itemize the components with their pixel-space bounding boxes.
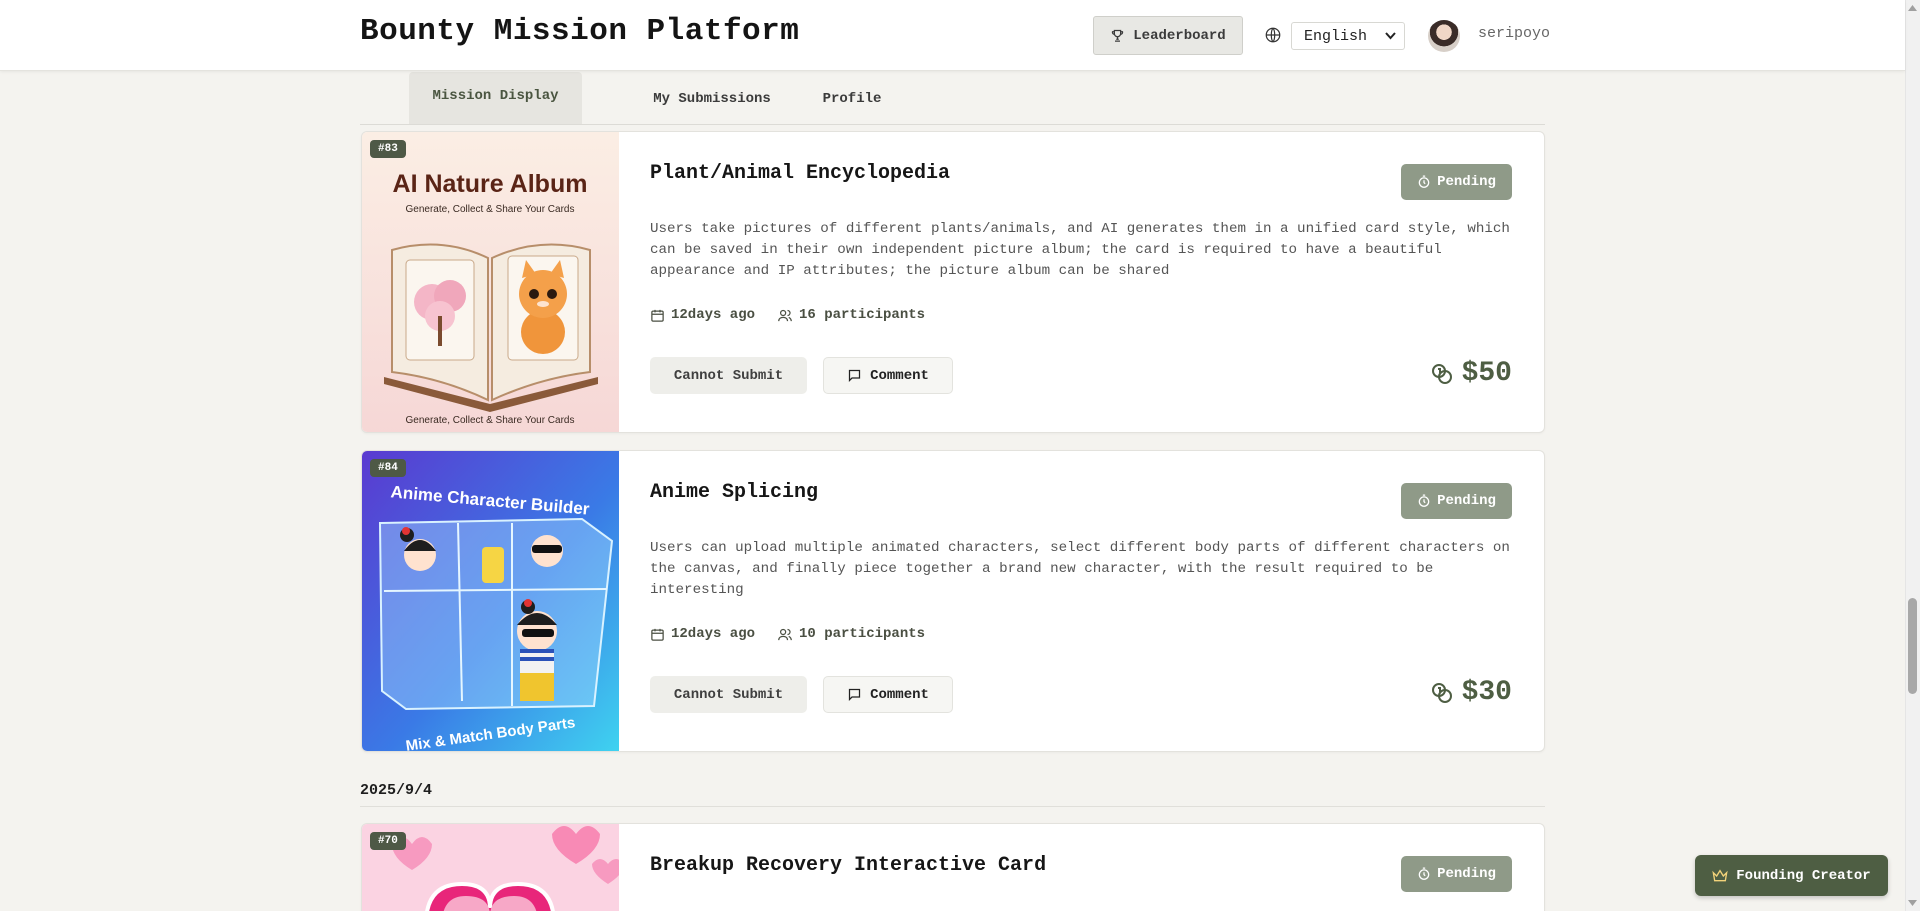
status-label: Pending	[1437, 174, 1496, 190]
users-icon	[778, 628, 792, 640]
scroll-down-icon[interactable]	[1908, 899, 1917, 907]
cannot-submit-button[interactable]: Cannot Submit	[650, 357, 807, 394]
participants-text: 16 participants	[799, 307, 926, 323]
reward-amount: $50	[1461, 358, 1512, 389]
participants-count: 10 participants	[777, 626, 925, 642]
posted-time-text: 12days ago	[671, 626, 756, 642]
nature-album-illustration: AI Nature Album Generate, Collect & Shar…	[362, 132, 619, 432]
mission-title[interactable]: Plant/Animal Encyclopedia	[650, 162, 950, 185]
chevron-down-icon	[1385, 32, 1396, 40]
comment-button[interactable]: Comment	[823, 357, 953, 394]
status-label: Pending	[1437, 493, 1496, 509]
mission-meta: 12days ago 16 participants	[650, 307, 925, 323]
participants-count: 16 participants	[777, 307, 925, 323]
mission-title[interactable]: Breakup Recovery Interactive Card	[650, 854, 1046, 877]
comment-label: Comment	[870, 367, 929, 384]
scrollbar[interactable]	[1905, 0, 1920, 911]
comment-icon	[848, 369, 861, 383]
avatar[interactable]	[1428, 20, 1460, 52]
timer-icon	[1418, 867, 1430, 880]
mission-thumbnail[interactable]: Anime Character Builder Mix & Match Body…	[362, 451, 619, 751]
comment-icon	[848, 688, 861, 702]
mission-card[interactable]: Anime Character Builder Mix & Match Body…	[361, 450, 1545, 752]
mission-card[interactable]: #70 Breakup Recovery Interactive Card Pe…	[361, 823, 1545, 911]
timer-icon	[1418, 494, 1430, 507]
top-header: Bounty Mission Platform Leaderboard Engl…	[0, 0, 1905, 71]
founding-creator-button[interactable]: Founding Creator	[1695, 855, 1888, 896]
divider	[360, 806, 1545, 807]
timer-icon	[1418, 175, 1430, 188]
mission-thumbnail[interactable]: #70	[362, 824, 619, 911]
scrollbar-thumb[interactable]	[1908, 598, 1917, 694]
mission-id-badge: #84	[370, 459, 406, 477]
mission-card[interactable]: AI Nature Album Generate, Collect & Shar…	[361, 131, 1545, 433]
comment-label: Comment	[870, 686, 929, 703]
status-badge: Pending	[1401, 483, 1512, 519]
mission-description: Users take pictures of different plants/…	[650, 221, 1510, 279]
globe-icon	[1265, 27, 1281, 43]
thumb-title: AI Nature Album	[393, 170, 588, 198]
tab-profile[interactable]: Profile	[802, 72, 902, 125]
mission-meta: 12days ago 10 participants	[650, 626, 925, 642]
tab-mission-display[interactable]: Mission Display	[409, 72, 582, 125]
users-icon	[778, 309, 792, 321]
coins-icon	[1431, 682, 1452, 703]
participants-text: 10 participants	[799, 626, 926, 642]
mission-id-badge: #83	[370, 140, 406, 158]
main-tabs: Mission Display My Submissions Profile	[409, 72, 902, 125]
brand-title[interactable]: Bounty Mission Platform	[360, 14, 799, 49]
trophy-icon	[1112, 29, 1124, 42]
thumb-subtitle: Generate, Collect & Share Your Cards	[406, 204, 575, 215]
calendar-icon	[651, 309, 664, 322]
coins-icon	[1431, 363, 1452, 384]
mission-thumbnail[interactable]: AI Nature Album Generate, Collect & Shar…	[362, 132, 619, 432]
cannot-submit-button[interactable]: Cannot Submit	[650, 676, 807, 713]
anime-builder-illustration: Anime Character Builder Mix & Match Body…	[362, 451, 619, 751]
mission-description: Users can upload multiple animated chara…	[650, 540, 1510, 598]
divider	[360, 124, 1545, 125]
scroll-up-icon[interactable]	[1908, 4, 1917, 12]
status-badge: Pending	[1401, 856, 1512, 892]
mission-id-badge: #70	[370, 832, 406, 850]
leaderboard-label: Leaderboard	[1133, 27, 1226, 44]
reward: $50	[1430, 358, 1512, 389]
username[interactable]: seripoyo	[1478, 25, 1550, 42]
posted-time: 12days ago	[650, 626, 755, 642]
posted-time-text: 12days ago	[671, 307, 756, 323]
status-label: Pending	[1437, 866, 1496, 882]
reward-amount: $30	[1461, 677, 1512, 708]
date-group-heading: 2025/9/4	[360, 782, 433, 799]
posted-time: 12days ago	[650, 307, 755, 323]
language-select[interactable]: English	[1291, 22, 1405, 50]
mission-title[interactable]: Anime Splicing	[650, 481, 818, 504]
language-value: English	[1304, 27, 1368, 45]
status-badge: Pending	[1401, 164, 1512, 200]
calendar-icon	[651, 628, 664, 641]
founding-creator-label: Founding Creator	[1736, 867, 1871, 884]
reward: $30	[1430, 677, 1512, 708]
comment-button[interactable]: Comment	[823, 676, 953, 713]
crown-icon	[1712, 868, 1728, 881]
thumb-footer: Generate, Collect & Share Your Cards	[406, 415, 575, 426]
leaderboard-button[interactable]: Leaderboard	[1093, 16, 1243, 55]
